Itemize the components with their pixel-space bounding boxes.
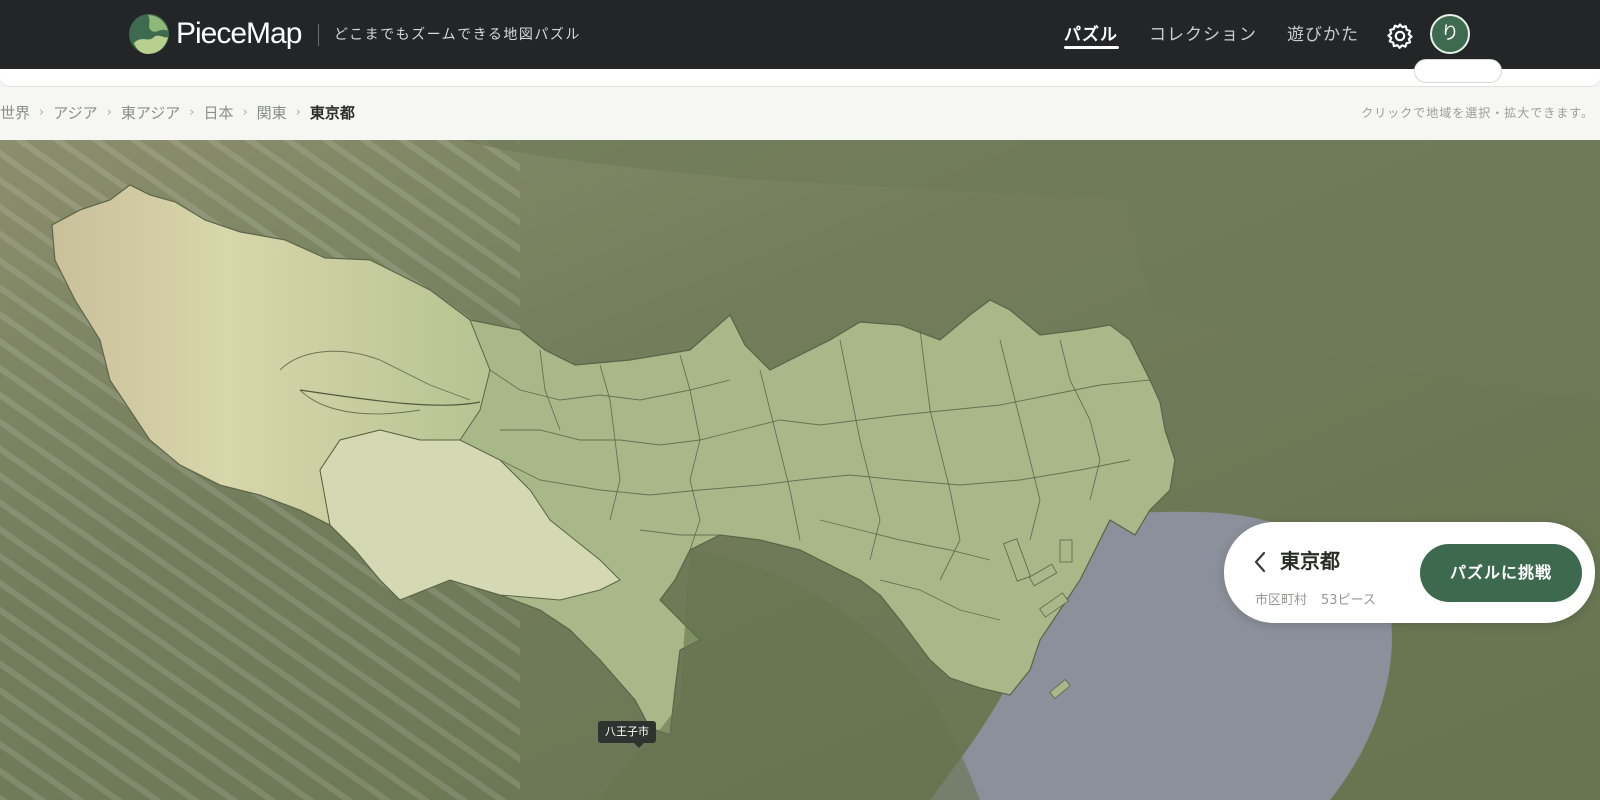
breadcrumb-kanto[interactable]: 関東 bbox=[257, 103, 287, 123]
search-strip bbox=[0, 59, 1600, 87]
map-hint: クリックで地域を選択・拡大できます。 bbox=[1361, 106, 1594, 120]
map-canvas[interactable] bbox=[0, 140, 1600, 800]
breadcrumb-japan[interactable]: 日本 bbox=[203, 103, 233, 123]
breadcrumb-tokyo: 東京都 bbox=[309, 104, 355, 122]
filter-pill[interactable] bbox=[1414, 59, 1502, 83]
piecemap-logo-icon[interactable] bbox=[128, 13, 170, 55]
avatar[interactable]: り bbox=[1430, 14, 1470, 54]
breadcrumb-separator: › bbox=[189, 105, 195, 120]
breadcrumb-east-asia[interactable]: 東アジア bbox=[121, 103, 180, 123]
nav-active-underline bbox=[1064, 46, 1119, 49]
brand-name[interactable]: PieceMap bbox=[176, 14, 302, 54]
region-info-card: 東京都 市区町村 53ピース パズルに挑戦 bbox=[1224, 522, 1595, 623]
breadcrumb-separator: › bbox=[242, 105, 248, 120]
nav-how-to-play[interactable]: 遊びかた bbox=[1287, 22, 1359, 48]
brand-divider bbox=[318, 24, 319, 46]
chevron-left-icon[interactable] bbox=[1250, 550, 1270, 574]
breadcrumb-separator: › bbox=[106, 105, 112, 120]
breadcrumb-separator: › bbox=[295, 105, 301, 120]
start-puzzle-button[interactable]: パズルに挑戦 bbox=[1420, 544, 1582, 602]
nav-collection[interactable]: コレクション bbox=[1149, 22, 1257, 48]
gear-icon[interactable] bbox=[1386, 22, 1414, 50]
breadcrumb: 世界 › アジア › 東アジア › 日本 › 関東 › 東京都 bbox=[0, 103, 355, 123]
region-label-hachioji[interactable]: 八王子市 bbox=[598, 721, 656, 748]
breadcrumb-separator: › bbox=[39, 105, 45, 120]
map-view[interactable]: 八王子市 bbox=[0, 140, 1600, 800]
region-unit-label: 市区町村 bbox=[1255, 593, 1308, 608]
tagline: どこまでもズームできる地図パズル bbox=[334, 27, 581, 43]
breadcrumb-bar: 世界 › アジア › 東アジア › 日本 › 関東 › 東京都 クリックで地域を… bbox=[0, 87, 1600, 140]
breadcrumb-world[interactable]: 世界 bbox=[0, 103, 30, 123]
breadcrumb-asia[interactable]: アジア bbox=[53, 103, 97, 123]
nav-puzzle[interactable]: パズル bbox=[1064, 22, 1118, 48]
piece-count: 53ピース bbox=[1321, 593, 1376, 608]
top-navigation-bar: PieceMap どこまでもズームできる地図パズル パズル コレクション 遊びか… bbox=[0, 0, 1600, 69]
region-title: 東京都 bbox=[1280, 549, 1340, 573]
region-meta: 市区町村 53ピース bbox=[1255, 592, 1376, 610]
